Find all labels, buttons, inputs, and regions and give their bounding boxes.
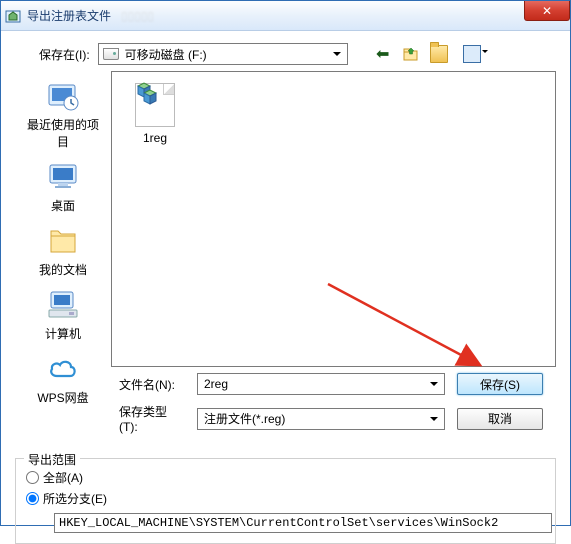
window-title: 导出注册表文件: [27, 7, 111, 24]
view-menu-button[interactable]: [458, 45, 486, 63]
filename-row: 文件名(N): 2reg 保存(S): [119, 373, 556, 395]
sidebar-item-label: 最近使用的项目: [25, 116, 101, 150]
export-branch-radio[interactable]: [26, 492, 39, 505]
filename-label: 文件名(N):: [119, 376, 185, 393]
drive-icon: [103, 48, 119, 60]
export-registry-dialog: 导出注册表文件 ▯▯▯▯▯ ✕ 保存在(I): 可移动磁盘 (F:) ⬅: [0, 0, 571, 526]
desktop-icon: [44, 160, 82, 194]
recent-items-icon: [44, 79, 82, 113]
filetype-dropdown[interactable]: 注册文件(*.reg): [197, 408, 445, 430]
sidebar-item-label: 我的文档: [39, 261, 87, 278]
nav-up-button[interactable]: [402, 45, 420, 63]
save-in-label: 保存在(I):: [39, 46, 90, 63]
nav-icons: ⬅: [374, 45, 486, 63]
close-button[interactable]: ✕: [524, 1, 570, 21]
filename-value: 2reg: [204, 377, 228, 391]
sidebar-item-desktop[interactable]: 桌面: [23, 158, 103, 216]
nav-back-button[interactable]: ⬅: [374, 45, 392, 63]
sidebar-item-wps-cloud[interactable]: WPS网盘: [23, 350, 103, 408]
regedit-icon: [5, 8, 21, 24]
back-arrow-icon: ⬅: [374, 45, 392, 63]
export-range-group: 导出范围 全部(A) 所选分支(E): [15, 458, 556, 544]
new-folder-button[interactable]: [430, 45, 448, 63]
titlebar-blur: ▯▯▯▯▯: [121, 9, 566, 23]
sidebar-item-label: 计算机: [45, 325, 81, 342]
export-branch-row: 所选分支(E): [26, 490, 545, 507]
documents-icon: [44, 224, 82, 258]
cancel-button[interactable]: 取消: [457, 408, 543, 430]
file-item[interactable]: 1reg: [120, 80, 190, 148]
titlebar: 导出注册表文件 ▯▯▯▯▯ ✕: [1, 1, 570, 31]
computer-icon: [44, 288, 82, 322]
folder-up-icon: [402, 45, 420, 63]
branch-path-input[interactable]: [54, 513, 552, 533]
filetype-row: 保存类型(T): 注册文件(*.reg) 取消: [119, 403, 556, 434]
main-area: 最近使用的项目 桌面 我的文档: [15, 71, 556, 367]
file-list-pane[interactable]: 1reg: [111, 71, 556, 367]
cancel-button-label: 取消: [488, 410, 512, 427]
location-dropdown[interactable]: 可移动磁盘 (F:): [98, 43, 348, 65]
sidebar-item-documents[interactable]: 我的文档: [23, 222, 103, 280]
view-icon: [463, 45, 481, 63]
save-button-label: 保存(S): [480, 376, 520, 393]
dialog-content: 保存在(I): 可移动磁盘 (F:) ⬅: [1, 31, 570, 452]
sidebar-item-recent[interactable]: 最近使用的项目: [23, 77, 103, 152]
export-all-label: 全部(A): [43, 469, 83, 486]
new-folder-icon: [430, 45, 448, 63]
location-row: 保存在(I): 可移动磁盘 (F:) ⬅: [15, 39, 556, 71]
cloud-icon: [44, 352, 82, 386]
filename-input[interactable]: 2reg: [197, 373, 445, 395]
location-text: 可移动磁盘 (F:): [125, 46, 207, 63]
filetype-value: 注册文件(*.reg): [204, 410, 285, 427]
save-button[interactable]: 保存(S): [457, 373, 543, 395]
export-all-radio[interactable]: [26, 471, 39, 484]
sidebar-item-label: 桌面: [51, 197, 75, 214]
sidebar-item-label: WPS网盘: [37, 389, 88, 406]
places-sidebar: 最近使用的项目 桌面 我的文档: [15, 71, 111, 367]
close-icon: ✕: [542, 4, 552, 18]
filetype-label: 保存类型(T):: [119, 403, 185, 434]
export-branch-label: 所选分支(E): [43, 490, 107, 507]
file-label: 1reg: [143, 131, 167, 145]
export-range-legend: 导出范围: [24, 451, 80, 468]
export-all-row: 全部(A): [26, 469, 545, 486]
sidebar-item-computer[interactable]: 计算机: [23, 286, 103, 344]
reg-file-icon: [135, 83, 175, 127]
